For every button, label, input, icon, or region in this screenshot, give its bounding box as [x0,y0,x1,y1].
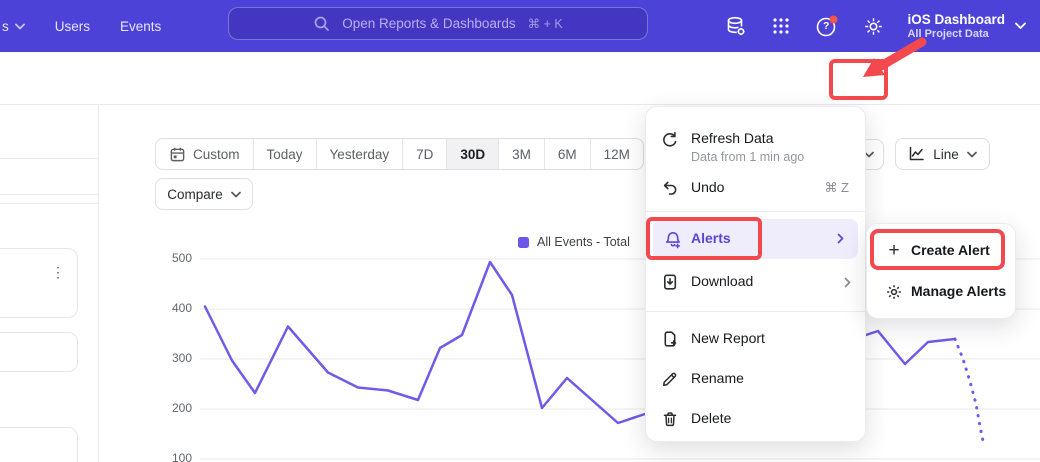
refresh-icon [660,130,680,150]
trash-icon [660,409,680,429]
menu-item-alerts[interactable]: Alerts [653,219,858,259]
gear-icon [885,283,903,301]
y-tick-label: 500 [148,251,192,265]
legend-swatch [518,237,529,248]
chevron-down-icon [231,191,241,198]
app-window: 500 400 300 200 100 All Events - Total s Use… [0,0,1040,462]
sidebar-card[interactable] [0,332,78,372]
nav-item-users[interactable]: Users [55,19,90,34]
menu-divider [646,211,865,212]
menu-item-new-report[interactable]: New Report [646,319,865,359]
search-icon [313,15,330,32]
menu-item-undo[interactable]: Undo ⌘ Z [646,168,865,208]
search-input[interactable]: Open Reports & Dashboards ⌘ + K [228,7,648,40]
pencil-icon [660,369,680,389]
project-name: iOS Dashboard [907,12,1005,28]
kebab-menu-icon[interactable]: ⋮ [51,265,65,279]
search-shortcut: ⌘ + K [528,16,563,31]
chevron-right-icon [837,233,844,244]
sidebar-divider [0,194,99,195]
left-sidebar: ⋮ [0,105,99,462]
undo-shortcut: ⌘ Z [824,180,849,196]
apps-grid-icon[interactable] [770,15,792,37]
legend-label: All Events - Total [537,235,630,249]
date-preset-12m[interactable]: 12M [590,139,643,169]
date-preset-6m[interactable]: 6M [544,139,590,169]
help-icon[interactable]: ? [814,13,840,39]
date-preset-custom[interactable]: Custom [156,139,253,169]
menu-item-download[interactable]: Download [646,261,865,303]
sidebar-divider [0,203,99,204]
project-scope: All Project Data [907,28,1005,41]
sidebar-divider [0,158,99,159]
date-range-control: Custom Today Yesterday 7D 30D 3M 6M 12M [155,138,644,170]
date-preset-yesterday[interactable]: Yesterday [316,139,403,169]
sidebar-card[interactable]: ⋮ [0,248,78,318]
y-tick-label: 300 [148,351,192,365]
date-preset-7d[interactable]: 7D [402,139,446,169]
data-management-icon[interactable] [723,14,748,39]
plus-icon: + [885,242,903,260]
calendar-icon [169,146,186,163]
y-tick-label: 100 [148,451,192,462]
submenu-item-create-alert[interactable]: + Create Alert [873,232,1009,270]
y-tick-label: 400 [148,301,192,315]
download-icon [660,272,680,292]
menu-item-rename[interactable]: Rename [646,359,865,399]
chevron-down-icon [1015,22,1026,30]
settings-gear-icon[interactable] [862,15,885,38]
y-tick-label: 200 [148,401,192,415]
date-preset-30d[interactable]: 30D [446,139,498,169]
chevron-right-icon [844,277,851,288]
alert-bell-icon [663,229,683,249]
chevron-down-icon [967,151,977,158]
menu-item-refresh-data[interactable]: Refresh Data Data from 1 min ago [646,117,865,163]
menu-item-delete[interactable]: Delete [646,399,865,439]
date-preset-3m[interactable]: 3M [498,139,544,169]
nav-item-events[interactable]: Events [120,19,161,34]
chart-legend: All Events - Total [518,235,630,249]
undo-icon [660,178,680,198]
date-preset-today[interactable]: Today [253,139,316,169]
project-switcher[interactable]: iOS Dashboard All Project Data [907,12,1026,41]
submenu-item-manage-alerts[interactable]: Manage Alerts [873,273,1009,311]
menu-divider [646,311,865,312]
search-placeholder: Open Reports & Dashboards [342,16,515,31]
nav-item-truncated[interactable]: s [2,19,25,34]
alerts-submenu: + Create Alert Manage Alerts [866,223,1016,319]
sidebar-card[interactable] [0,427,78,462]
chart-type-button[interactable]: Line [895,138,990,170]
compare-button[interactable]: Compare [155,178,253,210]
question-glyph: ? [823,20,829,32]
line-chart-icon [908,146,925,162]
new-report-icon [660,329,680,349]
more-options-menu: Refresh Data Data from 1 min ago Undo ⌘ … [645,106,866,442]
chevron-down-icon [15,23,25,30]
report-toolbar [0,52,1040,105]
top-navbar: s Users Events Open Reports & Dashboards… [0,0,1040,52]
